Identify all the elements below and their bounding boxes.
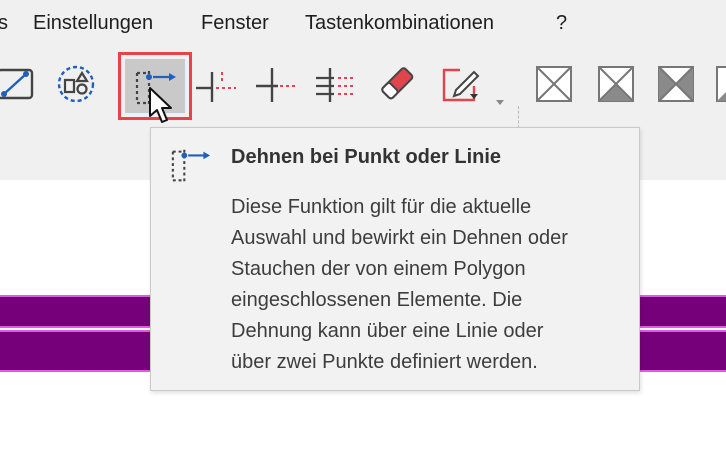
box-cross-icon[interactable] xyxy=(534,64,574,104)
menu-bar: s Einstellungen Fenster Tastenkombinatio… xyxy=(0,0,726,46)
edit-shape-dropdown-icon[interactable] xyxy=(440,64,480,104)
box-cross-left-filled-icon[interactable] xyxy=(656,64,696,104)
shape-group-icon[interactable] xyxy=(56,64,96,104)
tooltip-body: Diese Funktion gilt für die aktuelle Aus… xyxy=(231,196,568,373)
box-cross-bottom-filled-icon[interactable] xyxy=(596,64,636,104)
edit-line-icon[interactable] xyxy=(0,64,34,104)
tooltip-title: Dehnen bei Punkt oder Linie xyxy=(231,146,502,168)
box-cross-partial-icon[interactable] xyxy=(714,64,726,104)
eraser-icon[interactable] xyxy=(378,64,418,104)
stretch-point-line-icon xyxy=(171,149,211,183)
menu-item-partial[interactable]: s xyxy=(0,0,8,46)
menu-item-fenster[interactable]: Fenster xyxy=(201,0,269,46)
mouse-cursor-icon xyxy=(149,87,172,123)
menu-item-help[interactable]: ? xyxy=(556,0,567,46)
menu-item-tastenkombinationen[interactable]: Tastenkombinationen xyxy=(305,0,494,46)
dropdown-caret-icon[interactable] xyxy=(496,100,504,105)
tooltip: Dehnen bei Punkt oder Linie Diese Funkti… xyxy=(150,127,640,391)
line-cross-dashed-icon[interactable] xyxy=(256,64,296,104)
line-end-dashed-icon[interactable] xyxy=(196,64,236,104)
menu-item-einstellungen[interactable]: Einstellungen xyxy=(33,0,153,46)
multi-line-dashed-icon[interactable] xyxy=(314,64,354,104)
